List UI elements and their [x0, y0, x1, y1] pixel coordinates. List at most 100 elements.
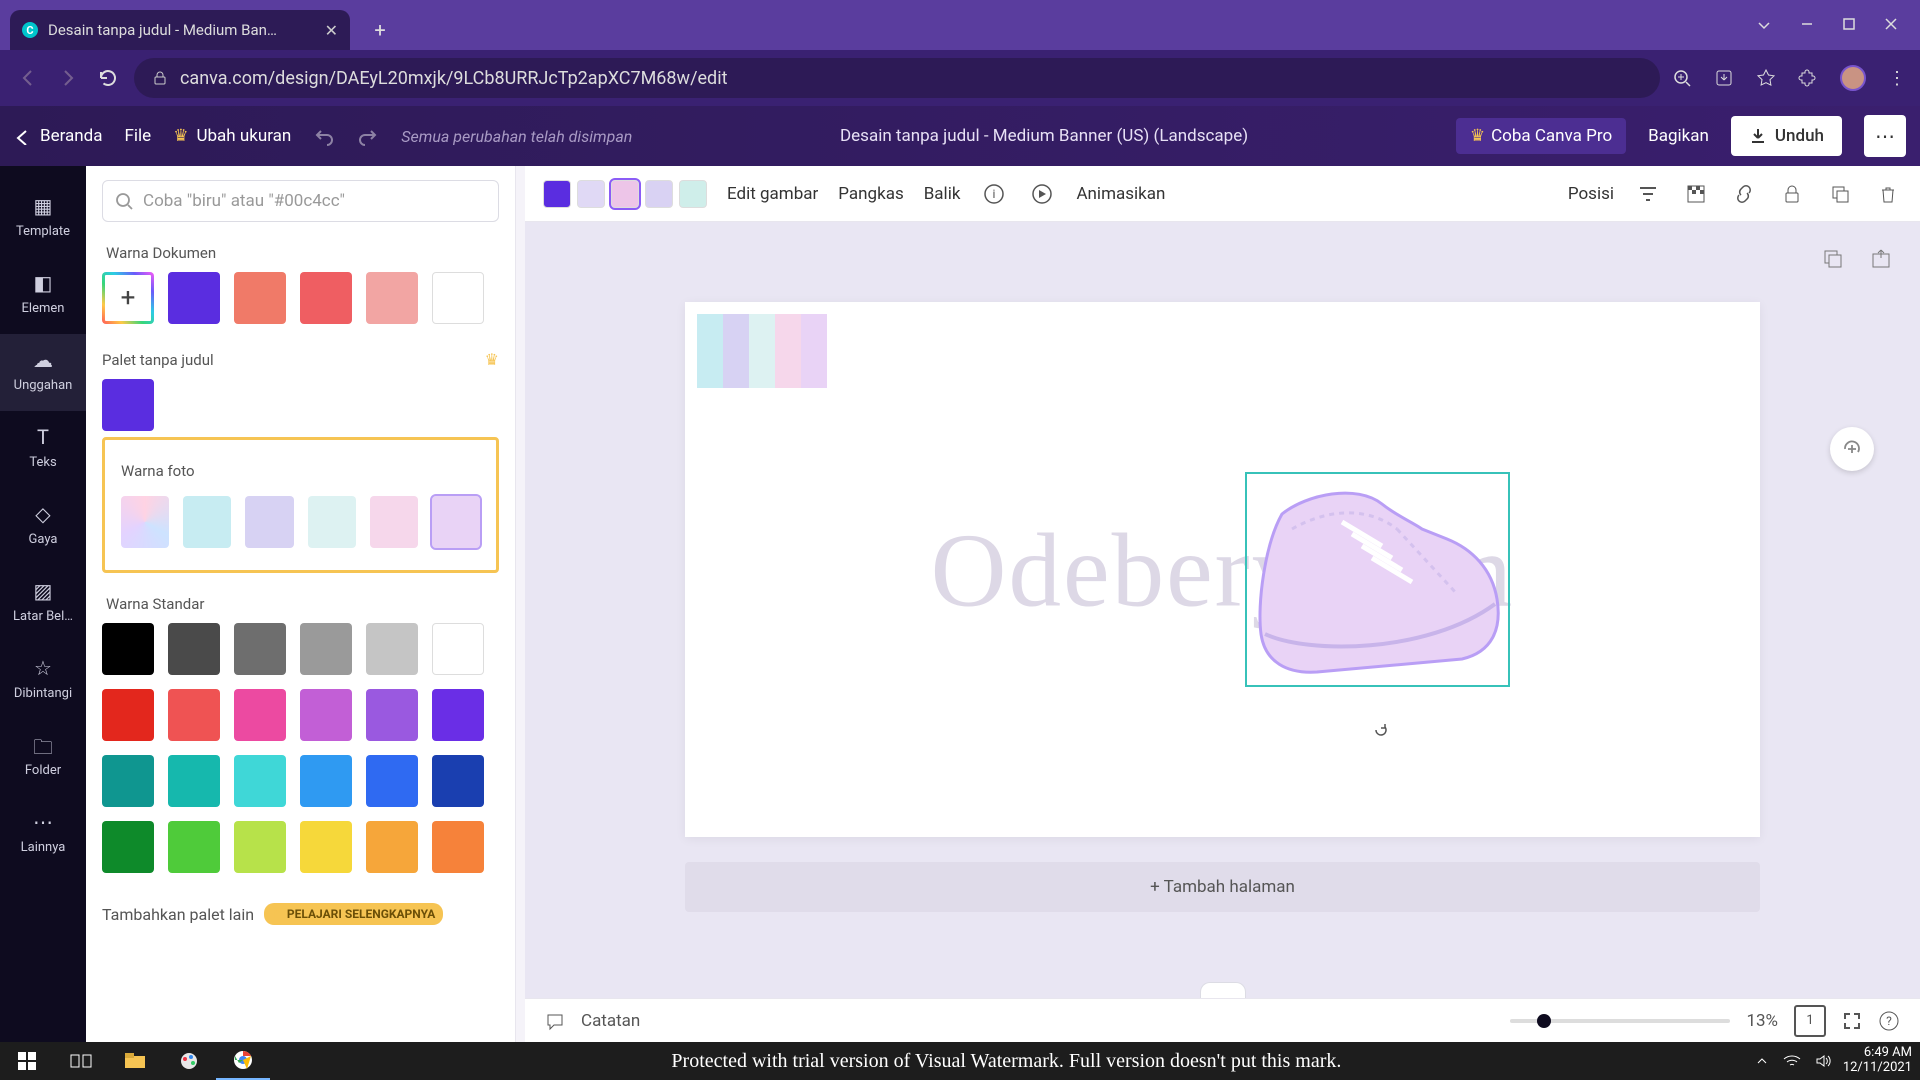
- standard-color-swatch[interactable]: [102, 623, 154, 675]
- home-button[interactable]: Beranda: [14, 126, 103, 146]
- window-minimize-icon[interactable]: [1800, 17, 1814, 33]
- duplicate-icon[interactable]: [1826, 180, 1854, 208]
- rail-lainnya[interactable]: ⋯Lainnya: [0, 796, 86, 873]
- tray-chevron-icon[interactable]: [1755, 1054, 1769, 1068]
- edit-image-button[interactable]: Edit gambar: [727, 184, 818, 204]
- wifi-icon[interactable]: [1783, 1054, 1801, 1068]
- window-close-icon[interactable]: [1884, 17, 1898, 33]
- transparency-icon[interactable]: [1682, 180, 1710, 208]
- undo-icon[interactable]: [313, 125, 335, 147]
- page-count-button[interactable]: 1: [1794, 1005, 1826, 1037]
- address-field[interactable]: canva.com/design/DAEyL20mxjk/9LCb8URRJcT…: [134, 58, 1660, 98]
- standard-color-swatch[interactable]: [300, 689, 352, 741]
- standard-color-swatch[interactable]: [432, 821, 484, 873]
- standard-color-swatch[interactable]: [366, 623, 418, 675]
- doc-color-swatch[interactable]: [168, 272, 220, 324]
- standard-color-swatch[interactable]: [234, 821, 286, 873]
- taskbar-clock[interactable]: 6:49 AM12/11/2021: [1843, 1046, 1920, 1076]
- more-menu-icon[interactable]: ⋯: [1864, 115, 1906, 157]
- photo-color-swatch[interactable]: [121, 496, 169, 548]
- try-pro-button[interactable]: ♛Coba Canva Pro: [1456, 118, 1626, 154]
- extensions-icon[interactable]: [1798, 68, 1818, 88]
- zoom-slider[interactable]: [1510, 1019, 1730, 1023]
- standard-color-swatch[interactable]: [168, 623, 220, 675]
- doc-color-swatch[interactable]: [300, 272, 352, 324]
- add-page-button[interactable]: + Tambah halaman: [685, 862, 1760, 912]
- export-page-icon[interactable]: [1870, 248, 1892, 270]
- install-app-icon[interactable]: [1714, 68, 1734, 88]
- learn-more-chip[interactable]: ♛PELAJARI SELENGKAPNYA: [264, 903, 443, 925]
- lock-toolbar-icon[interactable]: [1778, 180, 1806, 208]
- standard-color-swatch[interactable]: [366, 821, 418, 873]
- photo-color-swatch[interactable]: [245, 496, 293, 548]
- duplicate-page-icon[interactable]: [1822, 248, 1844, 270]
- volume-icon[interactable]: [1815, 1054, 1831, 1068]
- info-icon[interactable]: i: [980, 180, 1008, 208]
- standard-color-swatch[interactable]: [102, 689, 154, 741]
- new-tab-button[interactable]: +: [364, 14, 396, 46]
- standard-color-swatch[interactable]: [102, 821, 154, 873]
- standard-color-swatch[interactable]: [300, 623, 352, 675]
- bookmark-star-icon[interactable]: [1756, 68, 1776, 88]
- ctx-color-swatch[interactable]: [543, 180, 571, 208]
- filter-icon[interactable]: [1634, 180, 1662, 208]
- photo-color-swatch[interactable]: [370, 496, 418, 548]
- canvas-add-fab[interactable]: [1830, 427, 1874, 471]
- animate-button[interactable]: Animasikan: [1076, 184, 1165, 204]
- rotate-handle-icon[interactable]: [1373, 722, 1389, 738]
- rail-gaya[interactable]: ◇Gaya: [0, 488, 86, 565]
- download-button[interactable]: Unduh: [1731, 116, 1842, 156]
- doc-color-swatch[interactable]: [432, 272, 484, 324]
- chrome-taskbar-icon[interactable]: [216, 1042, 270, 1080]
- canvas-palette-element[interactable]: [697, 314, 827, 388]
- crop-button[interactable]: Pangkas: [838, 184, 903, 204]
- add-palette-link[interactable]: Tambahkan palet lain: [102, 905, 254, 924]
- close-tab-icon[interactable]: ✕: [325, 21, 338, 40]
- palette-color-swatch[interactable]: [102, 379, 154, 431]
- rail-template[interactable]: ▦Template: [0, 180, 86, 257]
- standard-color-swatch[interactable]: [234, 689, 286, 741]
- color-search-input[interactable]: Coba "biru" atau "#00c4cc": [102, 180, 499, 222]
- nav-forward-icon[interactable]: [54, 64, 82, 92]
- standard-color-swatch[interactable]: [168, 689, 220, 741]
- ctx-color-swatch[interactable]: [679, 180, 707, 208]
- standard-color-swatch[interactable]: [432, 689, 484, 741]
- browser-tab[interactable]: C Desain tanpa judul - Medium Ban… ✕: [10, 10, 350, 50]
- help-icon[interactable]: ?: [1878, 1010, 1900, 1032]
- design-title[interactable]: Desain tanpa judul - Medium Banner (US) …: [840, 126, 1248, 146]
- nav-back-icon[interactable]: [14, 64, 42, 92]
- standard-color-swatch[interactable]: [102, 755, 154, 807]
- chrome-tabs-dropdown-icon[interactable]: [1756, 17, 1772, 33]
- window-maximize-icon[interactable]: [1842, 17, 1856, 33]
- rail-elemen[interactable]: ◧Elemen: [0, 257, 86, 334]
- standard-color-swatch[interactable]: [432, 755, 484, 807]
- file-menu[interactable]: File: [125, 126, 152, 146]
- ctx-color-swatch[interactable]: [645, 180, 673, 208]
- standard-color-swatch[interactable]: [234, 623, 286, 675]
- zoom-value[interactable]: 13%: [1746, 1011, 1778, 1031]
- pages-tray-handle[interactable]: [1200, 982, 1246, 998]
- standard-color-swatch[interactable]: [168, 755, 220, 807]
- share-button[interactable]: Bagikan: [1648, 126, 1709, 146]
- design-canvas[interactable]: Odebery.com: [685, 302, 1760, 837]
- paint-icon[interactable]: [162, 1042, 216, 1080]
- selected-shoe-element[interactable]: [1245, 472, 1510, 687]
- doc-color-swatch[interactable]: [234, 272, 286, 324]
- doc-color-swatch[interactable]: [366, 272, 418, 324]
- start-button[interactable]: [0, 1042, 54, 1080]
- standard-color-swatch[interactable]: [168, 821, 220, 873]
- profile-avatar[interactable]: [1840, 65, 1866, 91]
- zoom-icon[interactable]: [1672, 68, 1692, 88]
- photo-color-swatch[interactable]: [432, 496, 480, 548]
- trash-icon[interactable]: [1874, 180, 1902, 208]
- resize-menu[interactable]: ♛Ubah ukuran: [173, 126, 291, 146]
- file-explorer-icon[interactable]: [108, 1042, 162, 1080]
- nav-reload-icon[interactable]: [94, 64, 122, 92]
- ctx-color-swatch[interactable]: [577, 180, 605, 208]
- rail-latar bel…[interactable]: ▨Latar Bel…: [0, 565, 86, 642]
- photo-color-swatch[interactable]: [308, 496, 356, 548]
- chrome-menu-icon[interactable]: ⋮: [1888, 68, 1906, 89]
- add-color-button[interactable]: +: [102, 272, 154, 324]
- fullscreen-icon[interactable]: [1842, 1011, 1862, 1031]
- position-button[interactable]: Posisi: [1568, 184, 1614, 204]
